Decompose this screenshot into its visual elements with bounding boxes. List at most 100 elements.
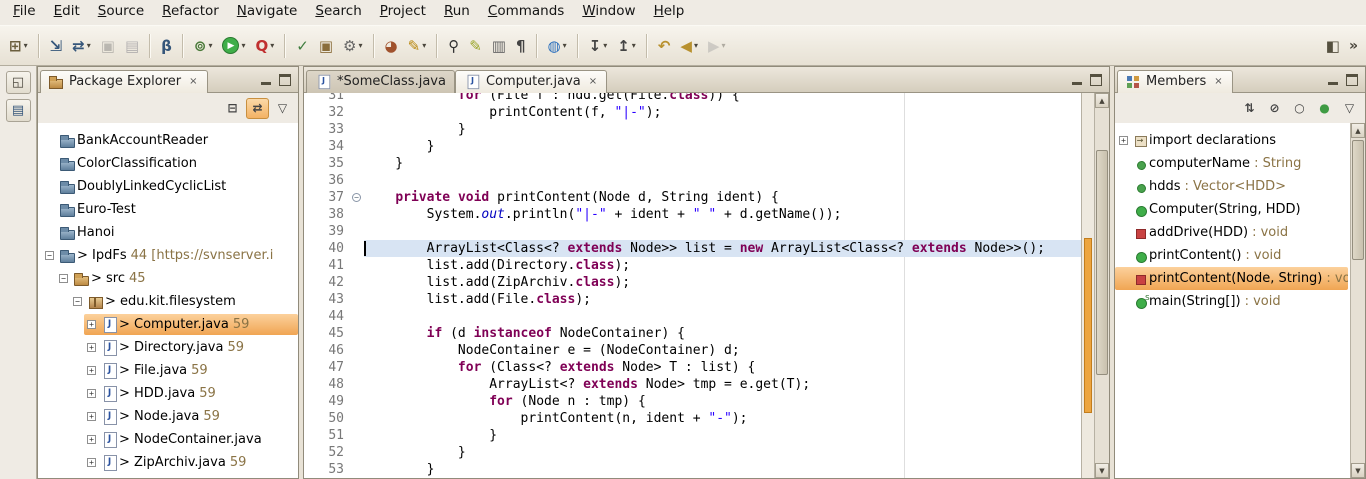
new-wizard-button[interactable]: ⊞▾ bbox=[5, 33, 32, 59]
tree-expander-icon[interactable]: + bbox=[87, 343, 96, 352]
scroll-up-icon[interactable]: ▲ bbox=[1351, 123, 1365, 138]
editor-tab-computer-java[interactable]: Computer.java× bbox=[455, 70, 607, 93]
show-whitespace-button[interactable]: ¶ bbox=[512, 33, 530, 59]
menu-search[interactable]: Search bbox=[306, 0, 370, 25]
next-annotation-button[interactable]: ↧▾ bbox=[585, 33, 612, 59]
tree-item-doublylinkedcycliclist[interactable]: DoublyLinkedCyclicList bbox=[38, 175, 298, 198]
menu-refactor[interactable]: Refactor bbox=[153, 0, 228, 25]
member-item-main-string[interactable]: smain(String[]) : void bbox=[1115, 290, 1350, 313]
tree-item-directory-java[interactable]: +> Directory.java59 bbox=[38, 336, 298, 359]
minimize-icon[interactable] bbox=[258, 73, 274, 87]
server-tools-button[interactable]: ⚙▾ bbox=[339, 33, 366, 59]
tree-expander-icon[interactable]: − bbox=[73, 297, 82, 306]
tree-item-file-java[interactable]: +> File.java59 bbox=[38, 359, 298, 382]
tree-expander-icon[interactable]: − bbox=[59, 274, 68, 283]
code-line-31[interactable]: 31 for (File f : hdd.get(File.class)) { bbox=[304, 93, 1081, 104]
code-line-32[interactable]: 32 printContent(f, "|-"); bbox=[304, 104, 1081, 121]
member-item-printcontent[interactable]: printContent() : void bbox=[1115, 244, 1350, 267]
menu-commands[interactable]: Commands bbox=[479, 0, 573, 25]
checkout-button[interactable]: ⇲ bbox=[46, 33, 67, 59]
new-package-button[interactable]: ▣ bbox=[315, 33, 337, 59]
package-explorer-tab[interactable]: Package Explorer × bbox=[40, 70, 208, 93]
editor-scroll-thumb[interactable] bbox=[1096, 150, 1108, 375]
annotate-button[interactable]: ✎▾ bbox=[404, 33, 431, 59]
maximize-icon[interactable] bbox=[1344, 73, 1360, 87]
tree-expander-icon[interactable]: − bbox=[45, 251, 54, 260]
synchronize-button[interactable]: ⇄▾ bbox=[68, 33, 95, 59]
members-scroll-track[interactable] bbox=[1351, 138, 1365, 463]
code-line-35[interactable]: 35 } bbox=[304, 155, 1081, 172]
members-scrollbar[interactable]: ▲ ▼ bbox=[1350, 123, 1365, 478]
tree-item-hanoi[interactable]: Hanoi bbox=[38, 221, 298, 244]
menu-source[interactable]: Source bbox=[89, 0, 153, 25]
open-perspective-button[interactable]: ◧ bbox=[1322, 33, 1344, 59]
code-line-46[interactable]: 46 NodeContainer e = (NodeContainer) d; bbox=[304, 342, 1081, 359]
scroll-up-icon[interactable]: ▲ bbox=[1095, 93, 1109, 108]
link-with-editor-button[interactable]: ⇄ bbox=[246, 98, 269, 119]
tree-expander-icon[interactable]: + bbox=[87, 320, 96, 329]
tree-item-edu-kit-filesystem[interactable]: −> edu.kit.filesystem bbox=[38, 290, 298, 313]
code-line-40[interactable]: 40 ArrayList<Class<? extends Node>> list… bbox=[304, 240, 1081, 257]
minimize-icon[interactable] bbox=[1325, 73, 1341, 87]
minimize-icon[interactable] bbox=[1069, 73, 1085, 87]
scroll-down-icon[interactable]: ▼ bbox=[1351, 463, 1365, 478]
plugin-bp-button[interactable]: β bbox=[157, 33, 176, 59]
close-icon[interactable]: × bbox=[188, 76, 198, 87]
overview-ruler[interactable] bbox=[1081, 93, 1094, 478]
last-edit-location-button[interactable]: ↶ bbox=[654, 33, 675, 59]
tree-expander-icon[interactable]: + bbox=[87, 412, 96, 421]
hide-static-button[interactable]: ○ bbox=[1288, 98, 1311, 119]
maximize-icon[interactable] bbox=[277, 73, 293, 87]
code-line-50[interactable]: 50 printContent(n, ident + "-"); bbox=[304, 410, 1081, 427]
sort-button[interactable]: ⇅ bbox=[1238, 98, 1261, 119]
mark-occurrences-button[interactable]: ▥ bbox=[488, 33, 510, 59]
code-area[interactable]: 31 for (File f : hdd.get(File.class)) {3… bbox=[304, 93, 1081, 478]
close-icon[interactable]: × bbox=[588, 76, 598, 87]
tree-expander-icon[interactable]: + bbox=[87, 435, 96, 444]
code-line-45[interactable]: 45 if (d instanceof NodeContainer) { bbox=[304, 325, 1081, 342]
code-line-36[interactable]: 36 bbox=[304, 172, 1081, 189]
tree-item-ipdfs[interactable]: −> IpdFs44 [https://svnserver.i bbox=[38, 244, 298, 267]
code-line-52[interactable]: 52 } bbox=[304, 444, 1081, 461]
web-browser-button[interactable]: ◍▾ bbox=[544, 33, 571, 59]
code-viewport[interactable]: 31 for (File f : hdd.get(File.class)) {3… bbox=[304, 93, 1081, 478]
tree-item-colorclassification[interactable]: ColorClassification bbox=[38, 152, 298, 175]
fold-collapse-icon[interactable]: − bbox=[352, 193, 361, 202]
tree-expander-icon[interactable]: + bbox=[87, 458, 96, 467]
code-line-42[interactable]: 42 list.add(ZipArchiv.class); bbox=[304, 274, 1081, 291]
menu-window[interactable]: Window bbox=[573, 0, 644, 25]
tree-item-node-java[interactable]: +> Node.java59 bbox=[38, 405, 298, 428]
tree-item-euro-test[interactable]: Euro-Test bbox=[38, 198, 298, 221]
menu-navigate[interactable]: Navigate bbox=[228, 0, 307, 25]
member-item-import-declarations[interactable]: +import declarations bbox=[1115, 129, 1350, 152]
run-button[interactable]: ▶▾ bbox=[218, 33, 249, 58]
member-item-printcontent-node-string[interactable]: printContent(Node, String) : void bbox=[1115, 267, 1348, 290]
menu-edit[interactable]: Edit bbox=[45, 0, 89, 25]
view-menu-button[interactable]: ▽ bbox=[1338, 98, 1361, 119]
code-line-48[interactable]: 48 ArrayList<? extends Node> tmp = e.get… bbox=[304, 376, 1081, 393]
code-line-47[interactable]: 47 for (Class<? extends Node> T : list) … bbox=[304, 359, 1081, 376]
editor-scroll-track[interactable] bbox=[1095, 108, 1109, 463]
menu-project[interactable]: Project bbox=[371, 0, 435, 25]
search-button[interactable]: ⚲ bbox=[444, 33, 463, 59]
tree-item-computer-java[interactable]: +> Computer.java59 bbox=[38, 313, 298, 336]
debug-button[interactable]: ⊚▾ bbox=[190, 33, 217, 59]
editor-tab-someclass-java[interactable]: *SomeClass.java bbox=[306, 70, 455, 93]
menu-run[interactable]: Run bbox=[435, 0, 479, 25]
member-item-hdds[interactable]: hdds : Vector<HDD> bbox=[1115, 175, 1350, 198]
code-line-51[interactable]: 51 } bbox=[304, 427, 1081, 444]
tree-expander-icon[interactable]: + bbox=[87, 366, 96, 375]
code-line-53[interactable]: 53 } bbox=[304, 461, 1081, 478]
member-item-computername[interactable]: computerName : String bbox=[1115, 152, 1350, 175]
member-item-computer-string-hdd[interactable]: Computer(String, HDD) bbox=[1115, 198, 1350, 221]
tree-item-hdd-java[interactable]: +> HDD.java59 bbox=[38, 382, 298, 405]
code-line-39[interactable]: 39 bbox=[304, 223, 1081, 240]
coverage-button[interactable]: ◕ bbox=[381, 33, 402, 59]
menu-help[interactable]: Help bbox=[645, 0, 694, 25]
previous-annotation-button[interactable]: ↥▾ bbox=[613, 33, 640, 59]
tree-item-src[interactable]: −> src45 bbox=[38, 267, 298, 290]
tree-item-bankaccountreader[interactable]: BankAccountReader bbox=[38, 129, 298, 152]
tree-item-ziparchiv-java[interactable]: +> ZipArchiv.java59 bbox=[38, 451, 298, 474]
scroll-down-icon[interactable]: ▼ bbox=[1095, 463, 1109, 478]
code-line-38[interactable]: 38 System.out.println("|-" + ident + " "… bbox=[304, 206, 1081, 223]
